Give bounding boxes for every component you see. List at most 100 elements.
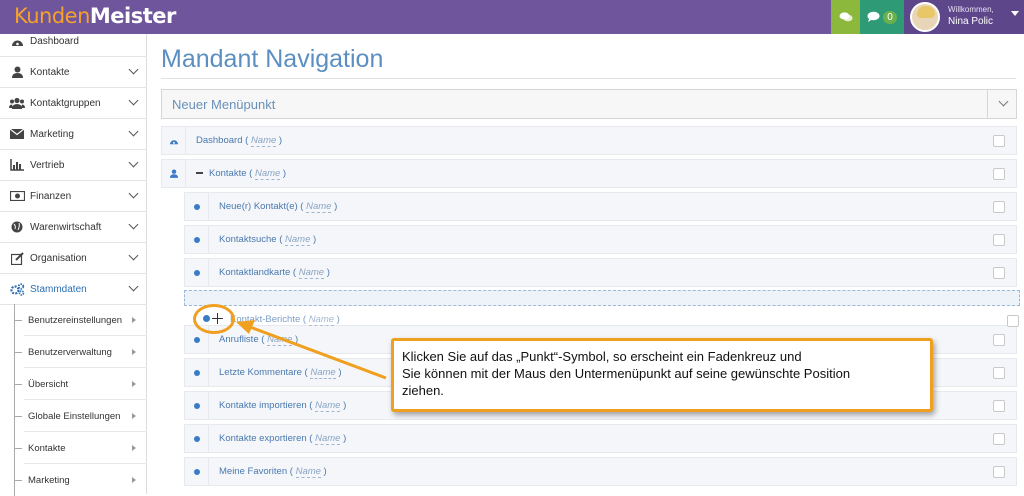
sidebar-item-stammdaten[interactable]: Stammdaten: [0, 274, 147, 305]
row-title: Kontakte exportieren: [219, 433, 307, 444]
name-edit-link[interactable]: Name: [315, 433, 341, 445]
drag-handle[interactable]: [185, 425, 209, 452]
name-edit-link[interactable]: Name: [267, 334, 293, 346]
drag-handle[interactable]: [185, 259, 209, 286]
name-edit-link[interactable]: Name: [285, 234, 311, 246]
nav-subrow[interactable]: Kontaktsuche ( Name ): [184, 225, 1017, 254]
sidebar-subitem-globale-einstellungen[interactable]: Globale Einstellungen: [0, 400, 147, 432]
select-value: Neuer Menüpunkt: [172, 97, 276, 112]
chat-button[interactable]: [831, 0, 860, 34]
row-checkbox[interactable]: [993, 201, 1005, 213]
nav-subrow[interactable]: Kontakte exportieren ( Name ): [184, 424, 1017, 453]
row-checkbox[interactable]: [993, 433, 1005, 445]
dot-icon: [193, 203, 200, 210]
row-checkbox[interactable]: [993, 267, 1005, 279]
row-checkbox[interactable]: [993, 135, 1005, 147]
dragged-row[interactable]: Kontakt-Berichte ( Name ): [196, 309, 1019, 331]
caret-right-icon: [132, 381, 136, 387]
sidebar: Dashboard Kontakte Kontaktgruppen Market…: [0, 34, 147, 496]
instruction-callout: Klicken Sie auf das „Punkt“-Symbol, so e…: [391, 338, 933, 412]
row-checkbox[interactable]: [993, 234, 1005, 246]
messages-button[interactable]: 0: [860, 0, 904, 34]
user-menu[interactable]: Willkommen, Nina Polic: [904, 0, 1024, 34]
sidebar-subitem-uebersicht[interactable]: Übersicht: [0, 368, 147, 400]
nav-row-kontakte[interactable]: Kontakte ( Name ): [161, 159, 1017, 188]
sidebar-subitem-label: Benutzereinstellungen: [28, 314, 123, 326]
sidebar-item-label: Organisation: [30, 252, 87, 264]
sidebar-item-organisation[interactable]: Organisation: [0, 243, 147, 274]
nav-row-label: Kontakt-Berichte ( Name ): [230, 314, 340, 326]
sidebar-item-kontakte[interactable]: Kontakte: [0, 57, 147, 88]
menu-item-select[interactable]: Neuer Menüpunkt: [161, 89, 1017, 119]
row-title: Kontakte importieren: [219, 400, 307, 411]
sidebar-subitem-kontakte[interactable]: Kontakte: [0, 432, 147, 464]
dot-icon: [193, 236, 200, 243]
sidebar-item-warenwirtschaft[interactable]: Warenwirtschaft: [0, 212, 147, 243]
name-edit-link[interactable]: Name: [250, 135, 277, 147]
tree-line: [14, 320, 22, 321]
user-icon: [9, 66, 25, 78]
row-checkbox[interactable]: [993, 400, 1005, 412]
comment-icon: [867, 11, 880, 22]
drag-handle[interactable]: [185, 392, 209, 419]
caret-right-icon: [132, 445, 136, 451]
drag-handle[interactable]: [185, 359, 209, 386]
nav-subrow[interactable]: Kontaktlandkarte ( Name ): [184, 258, 1017, 287]
row-checkbox[interactable]: [993, 334, 1005, 346]
nav-row-label: Kontaktsuche ( Name ): [219, 234, 317, 246]
drag-handle[interactable]: [185, 458, 209, 485]
divider: [987, 90, 988, 118]
drag-handle[interactable]: [185, 226, 209, 253]
row-checkbox[interactable]: [993, 168, 1005, 180]
row-checkbox[interactable]: [993, 367, 1005, 379]
money-icon: [9, 191, 25, 201]
nav-row-label: Dashboard ( Name ): [196, 135, 283, 147]
name-edit-link[interactable]: Name: [254, 168, 281, 180]
sidebar-item-vertrieb[interactable]: Vertrieb: [0, 150, 147, 181]
callout-text-line: ziehen.: [402, 383, 444, 398]
row-title: Anrufliste: [219, 334, 259, 345]
row-checkbox[interactable]: [993, 466, 1005, 478]
nav-subrow[interactable]: Neue(r) Kontakt(e) ( Name ): [184, 192, 1017, 221]
chevron-down-icon: [128, 126, 139, 137]
chevron-down-icon: [128, 219, 139, 230]
chevron-down-icon[interactable]: [998, 96, 1009, 107]
row-title: Letzte Kommentare: [219, 367, 302, 378]
row-checkbox[interactable]: [1007, 315, 1019, 327]
dot-icon: [193, 435, 200, 442]
sidebar-subitem-label: Kontakte: [28, 442, 66, 454]
chevron-down-icon: [128, 250, 139, 261]
nav-subrow[interactable]: Meine Favoriten ( Name ): [184, 457, 1017, 486]
sidebar-item-kontaktgruppen[interactable]: Kontaktgruppen: [0, 88, 147, 119]
row-title: Meine Favoriten: [219, 466, 288, 477]
nav-row-label: Anrufliste ( Name ): [219, 334, 299, 346]
dashboard-icon[interactable]: [162, 127, 186, 154]
sidebar-item-marketing[interactable]: Marketing: [0, 119, 147, 150]
collapse-icon[interactable]: [196, 172, 203, 175]
sidebar-item-dashboard[interactable]: Dashboard: [0, 26, 147, 57]
name-edit-link[interactable]: Name: [298, 267, 325, 279]
name-edit-link[interactable]: Name: [315, 400, 341, 412]
sidebar-subitem-label: Benutzerverwaltung: [28, 346, 112, 358]
user-icon[interactable]: [162, 160, 186, 187]
logo-text-meister: Meister: [89, 4, 176, 28]
chat-bubbles-icon: [839, 12, 852, 22]
drag-handle[interactable]: [185, 193, 209, 220]
caret-right-icon: [132, 317, 136, 323]
sidebar-item-finanzen[interactable]: Finanzen: [0, 181, 147, 212]
sidebar-subitem-benutzerverwaltung[interactable]: Benutzerverwaltung: [0, 336, 147, 368]
callout-text-line: Sie können mit der Maus den Untermenüpun…: [402, 366, 851, 381]
dashboard-icon: [9, 36, 25, 47]
nav-row-dashboard[interactable]: Dashboard ( Name ): [161, 126, 1017, 155]
bar-chart-icon: [9, 159, 25, 171]
sidebar-subitem-benutzereinstellungen[interactable]: Benutzereinstellungen: [0, 304, 147, 336]
drop-placeholder[interactable]: [184, 290, 1020, 306]
caret-right-icon: [132, 349, 136, 355]
sidebar-subitem-marketing[interactable]: Marketing: [0, 464, 147, 496]
app-logo[interactable]: KundenMeister: [14, 4, 176, 28]
tree-line: [14, 352, 22, 353]
name-edit-link[interactable]: Name: [295, 466, 321, 478]
name-edit-link[interactable]: Name: [310, 367, 336, 379]
name-edit-link[interactable]: Name: [306, 201, 332, 213]
nav-row-label: Neue(r) Kontakt(e) ( Name ): [219, 201, 338, 213]
